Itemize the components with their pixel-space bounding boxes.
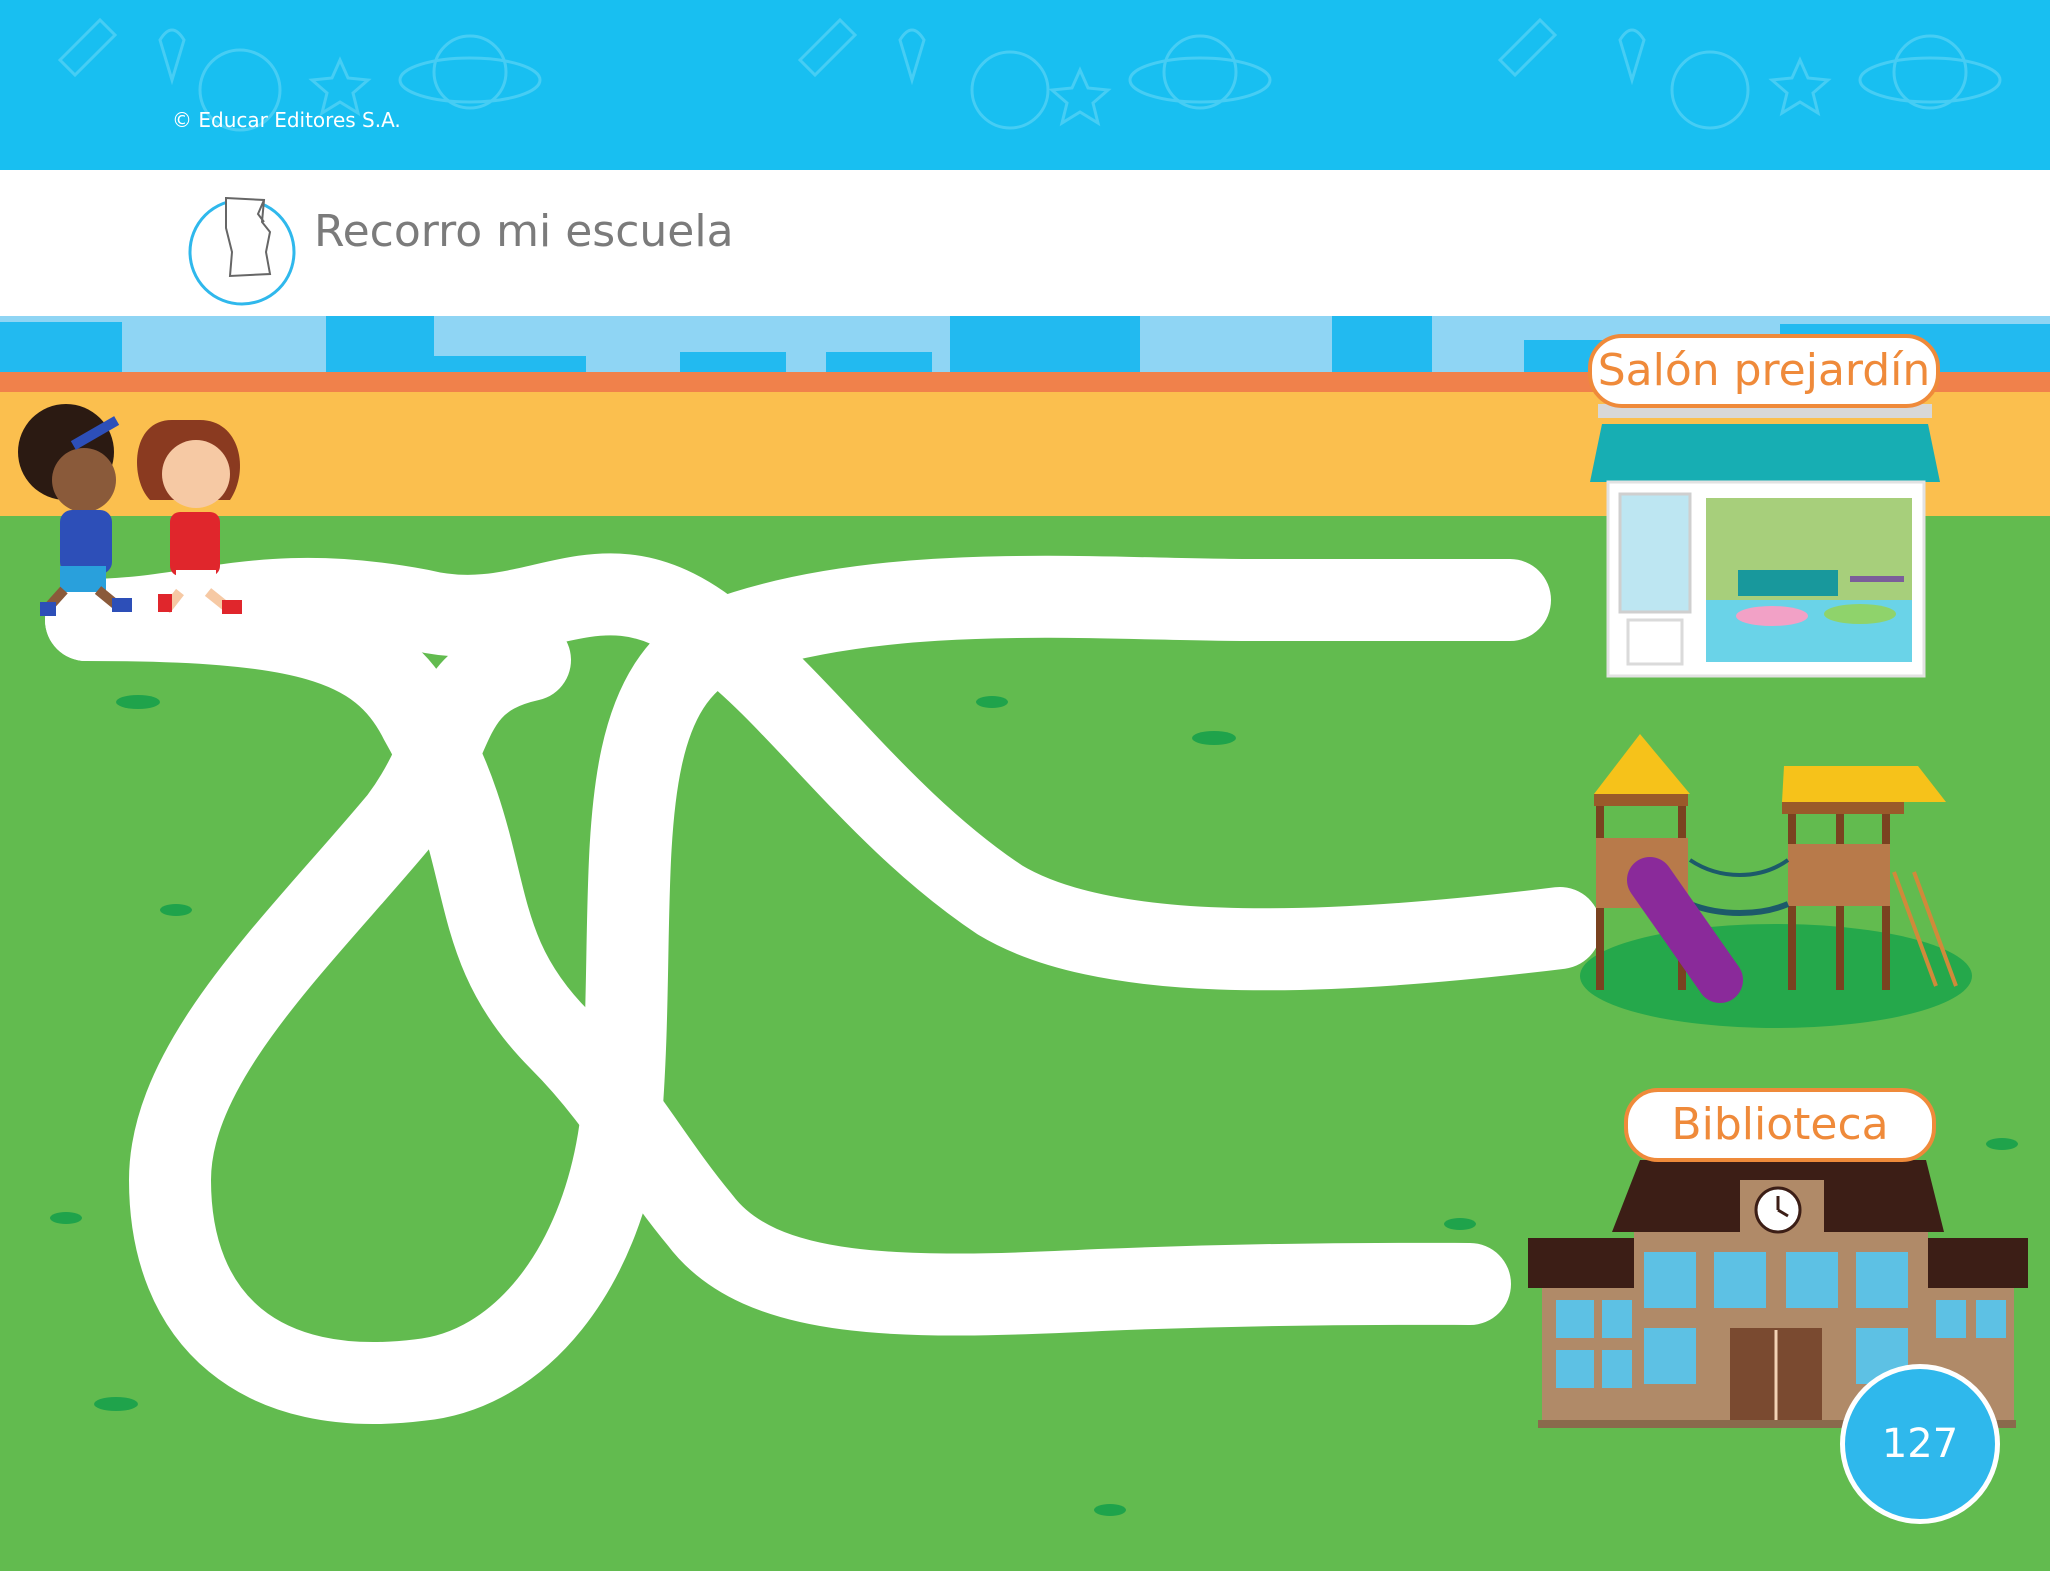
label-biblioteca: Biblioteca (1624, 1088, 1936, 1162)
copyright-text: © Educar Editores S.A. (172, 108, 401, 132)
banner-doodles (57, 17, 2002, 132)
top-banner (0, 0, 2050, 170)
maze-scene (0, 316, 2050, 1571)
page-title: Recorro mi escuela (314, 206, 734, 257)
page-number-badge: 127 (1840, 1364, 2000, 1524)
title-bar (0, 170, 2050, 316)
label-salon-prejardin: Salón prejardín (1588, 334, 1940, 408)
torn-paper-icon (188, 196, 296, 306)
classroom-building (1590, 404, 1940, 678)
